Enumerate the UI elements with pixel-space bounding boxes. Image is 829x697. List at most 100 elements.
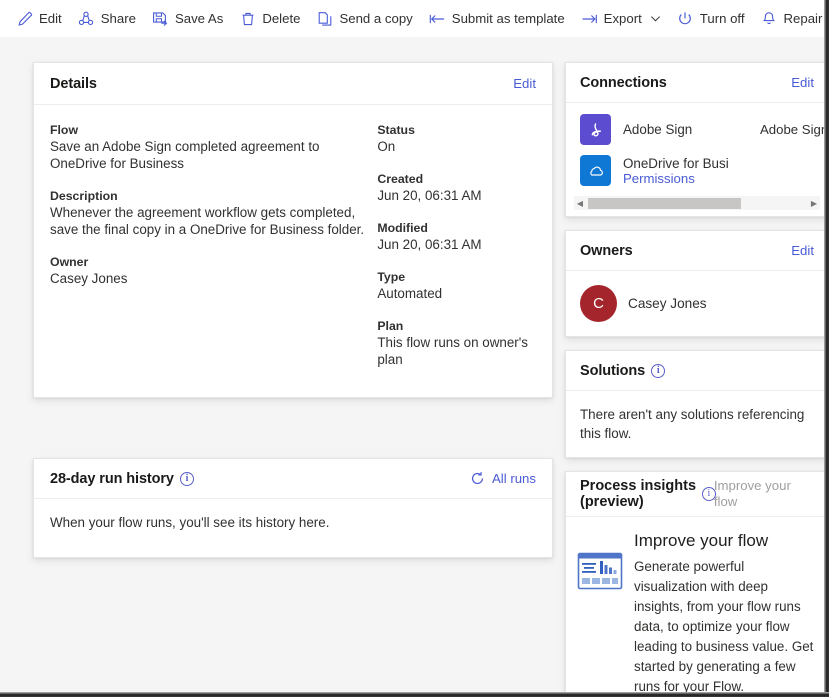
command-share[interactable]: Share (70, 3, 144, 35)
process-insights-title: Process insights (preview) (580, 478, 702, 510)
connection-permissions-link[interactable]: Permissions (623, 171, 695, 186)
field-label: Status (377, 123, 536, 137)
command-label: Repair tips off (784, 12, 829, 25)
details-title: Details (50, 76, 97, 92)
arrow-left-bar-icon (429, 10, 446, 27)
run-history-card: 28-day run history i All runs When your … (33, 458, 553, 558)
details-right-column: Status On Created Jun 20, 06:31 AM Modif… (377, 123, 536, 385)
refresh-icon[interactable] (470, 471, 485, 486)
connections-horizontal-scrollbar[interactable]: ◀ ▶ (574, 196, 820, 210)
owners-header: Owners Edit (566, 231, 828, 271)
report-dashboard-icon (576, 531, 624, 697)
detail-field-owner: Owner Casey Jones (50, 255, 367, 287)
owners-edit-link[interactable]: Edit (791, 243, 814, 258)
owners-title: Owners (580, 243, 633, 259)
solutions-card: Solutions i There aren't any solutions r… (565, 350, 829, 458)
details-left-column: Flow Save an Adobe Sign completed agreem… (50, 123, 377, 385)
field-value: This flow runs on owner's plan (377, 334, 536, 368)
flow-details-page: Edit Share Save As Delete Send a copy (0, 0, 829, 697)
detail-field-created: Created Jun 20, 06:31 AM (377, 172, 536, 204)
connection-extra: Adobe Sign (760, 122, 828, 137)
connections-title: Connections (580, 75, 667, 91)
owners-card: Owners Edit C Casey Jones (565, 230, 829, 337)
chevron-down-icon[interactable] (650, 13, 661, 24)
command-delete[interactable]: Delete (231, 3, 308, 35)
connections-edit-link[interactable]: Edit (791, 75, 814, 90)
field-value: Automated (377, 285, 536, 302)
detail-field-type: Type Automated (377, 270, 536, 302)
connections-card: Connections Edit Adobe Sign Adobe Sign (565, 62, 829, 217)
connection-row-adobe-sign[interactable]: Adobe Sign Adobe Sign (566, 109, 828, 150)
connection-name: Adobe Sign (623, 122, 748, 137)
save-as-icon (152, 10, 169, 27)
detail-field-flow: Flow Save an Adobe Sign completed agreem… (50, 123, 367, 172)
process-insights-body: Improve your flow Generate powerful visu… (566, 517, 828, 697)
command-label: Share (101, 12, 136, 25)
field-value: On (377, 138, 536, 155)
command-turn-off[interactable]: Turn off (669, 3, 753, 35)
command-label: Edit (39, 12, 62, 25)
field-label: Created (377, 172, 536, 186)
field-label: Flow (50, 123, 367, 137)
process-insights-text: Improve your flow Generate powerful visu… (634, 531, 814, 697)
command-label: Save As (175, 12, 223, 25)
scrollbar-thumb[interactable] (588, 198, 741, 209)
command-label: Delete (262, 12, 300, 25)
arrow-right-bar-icon (581, 10, 598, 27)
field-label: Type (377, 270, 536, 284)
process-insights-description: Generate powerful visualization with dee… (634, 557, 814, 697)
scroll-right-arrow-icon[interactable]: ▶ (808, 199, 820, 208)
connection-name: OneDrive for Busi (623, 156, 729, 171)
details-edit-link[interactable]: Edit (513, 76, 536, 91)
process-insights-header-link[interactable]: Improve your flow (714, 478, 814, 510)
solutions-title: Solutions i (580, 363, 665, 379)
field-value: Casey Jones (50, 270, 367, 287)
run-history-empty-text: When your flow runs, you'll see its hist… (34, 499, 552, 546)
process-insights-header: Process insights (preview) i Improve you… (566, 472, 828, 517)
command-label: Send a copy (339, 12, 412, 25)
connection-name-group: OneDrive for Busi Permissions (623, 156, 748, 186)
field-value: Jun 20, 06:31 AM (377, 187, 536, 204)
solutions-empty-text: There aren't any solutions referencing t… (566, 391, 828, 457)
trash-icon (239, 10, 256, 27)
connection-row-onedrive[interactable]: OneDrive for Busi Permissions (566, 150, 828, 191)
onedrive-icon (580, 155, 611, 186)
command-export[interactable]: Export (573, 3, 669, 35)
right-rail: Connections Edit Adobe Sign Adobe Sign (565, 62, 829, 697)
scroll-left-arrow-icon[interactable]: ◀ (574, 199, 586, 208)
command-save-as[interactable]: Save As (144, 3, 231, 35)
info-icon[interactable]: i (651, 364, 665, 378)
command-submit-as-template[interactable]: Submit as template (421, 3, 573, 35)
run-history-header: 28-day run history i All runs (34, 459, 552, 499)
field-label: Plan (377, 319, 536, 333)
field-label: Owner (50, 255, 367, 269)
process-insights-card: Process insights (preview) i Improve you… (565, 471, 829, 697)
command-label: Export (604, 12, 642, 25)
command-repair-tips[interactable]: Repair tips off (753, 3, 829, 35)
all-runs-action[interactable]: All runs (470, 471, 536, 486)
window-edge-right (824, 0, 829, 697)
detail-field-status: Status On (377, 123, 536, 155)
solutions-title-text: Solutions (580, 363, 645, 379)
connections-header: Connections Edit (566, 63, 828, 103)
info-icon[interactable]: i (180, 472, 194, 486)
owners-body: C Casey Jones (566, 271, 828, 336)
process-insights-heading: Improve your flow (634, 531, 814, 551)
power-icon (677, 10, 694, 27)
share-icon (78, 10, 95, 27)
command-bar: Edit Share Save As Delete Send a copy (0, 0, 829, 37)
detail-field-modified: Modified Jun 20, 06:31 AM (377, 221, 536, 253)
field-label: Modified (377, 221, 536, 235)
details-header: Details Edit (34, 63, 552, 105)
all-runs-label[interactable]: All runs (492, 471, 536, 486)
field-label: Description (50, 189, 367, 203)
window-edge-bottom (0, 692, 829, 697)
owner-name: Casey Jones (628, 296, 707, 311)
field-value: Jun 20, 06:31 AM (377, 236, 536, 253)
pencil-icon (16, 10, 33, 27)
solutions-header: Solutions i (566, 351, 828, 391)
connections-list: Adobe Sign Adobe Sign OneDrive for Busi … (566, 103, 828, 191)
command-send-a-copy[interactable]: Send a copy (308, 3, 420, 35)
command-edit[interactable]: Edit (8, 3, 70, 35)
process-insights-header-right: i Improve your flow (702, 478, 814, 510)
